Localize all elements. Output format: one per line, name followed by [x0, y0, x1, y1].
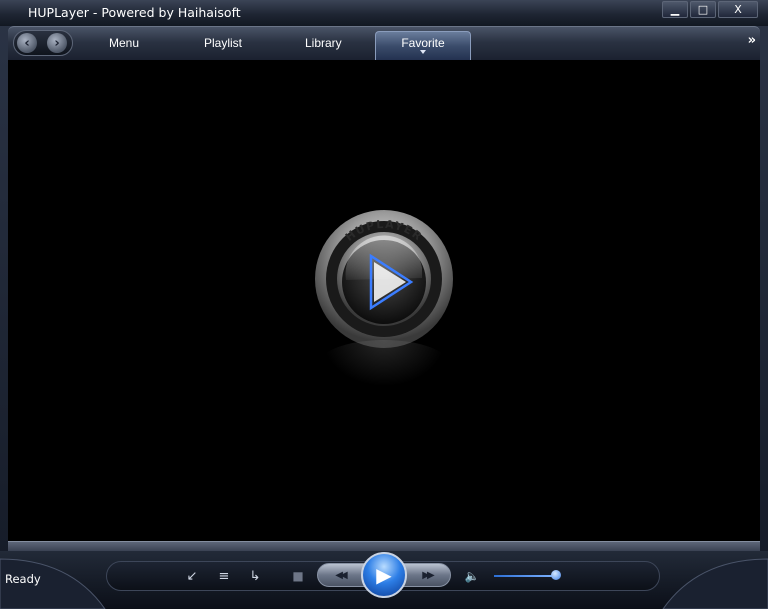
- close-button[interactable]: X: [718, 1, 758, 18]
- next-file-icon[interactable]: ↳: [246, 568, 264, 584]
- seek-bar[interactable]: [8, 541, 760, 551]
- play-icon: ▶: [376, 563, 392, 587]
- tab-playlist[interactable]: Playlist: [204, 36, 242, 50]
- window-title: HUPLayer - Powered by Haihaisoft: [28, 5, 241, 20]
- play-button[interactable]: ▶: [361, 552, 407, 598]
- tab-favorite[interactable]: Favorite: [375, 31, 471, 60]
- minimize-button[interactable]: ▁: [662, 1, 688, 18]
- huplayer-logo[interactable]: HUPLAYER: [313, 208, 455, 350]
- tab-menu[interactable]: Menu: [109, 36, 139, 50]
- playlist-icon[interactable]: ≡: [216, 568, 232, 584]
- nav-bar: ‹ › Menu Playlist Library Favorite »: [8, 26, 760, 60]
- volume-slider-thumb[interactable]: [551, 570, 561, 580]
- tab-caret-icon: [420, 50, 426, 54]
- player-window: HUPLayer - Powered by Haihaisoft ▁ □ X ‹…: [0, 0, 768, 609]
- fast-forward-icon[interactable]: ▶▶: [414, 567, 440, 583]
- more-tabs-button[interactable]: »: [748, 33, 756, 48]
- logo-reflection: [318, 340, 450, 390]
- mini-mode-icon[interactable]: ↙: [184, 568, 200, 584]
- title-bar[interactable]: HUPLayer - Powered by Haihaisoft ▁ □ X: [0, 0, 768, 26]
- panel-decoration-right: [662, 558, 768, 609]
- stop-icon[interactable]: ■: [290, 568, 306, 584]
- tab-library[interactable]: Library: [305, 36, 342, 50]
- rewind-icon[interactable]: ◀◀: [327, 567, 353, 583]
- window-controls: ▁ □ X: [660, 1, 758, 19]
- volume-slider[interactable]: [494, 575, 556, 577]
- maximize-button[interactable]: □: [690, 1, 716, 18]
- control-panel: Ready ↙ ≡ ↳ ■ ◀◀ ▶▶ ▶ 🔈: [0, 551, 768, 609]
- tab-favorite-label: Favorite: [401, 36, 445, 50]
- forward-button[interactable]: ›: [47, 33, 67, 53]
- volume-icon[interactable]: 🔈: [463, 568, 481, 584]
- status-text: Ready: [5, 572, 41, 586]
- video-area[interactable]: HUPLAYER: [8, 60, 760, 541]
- nav-buttons: ‹ ›: [13, 30, 73, 56]
- back-button[interactable]: ‹: [17, 33, 37, 53]
